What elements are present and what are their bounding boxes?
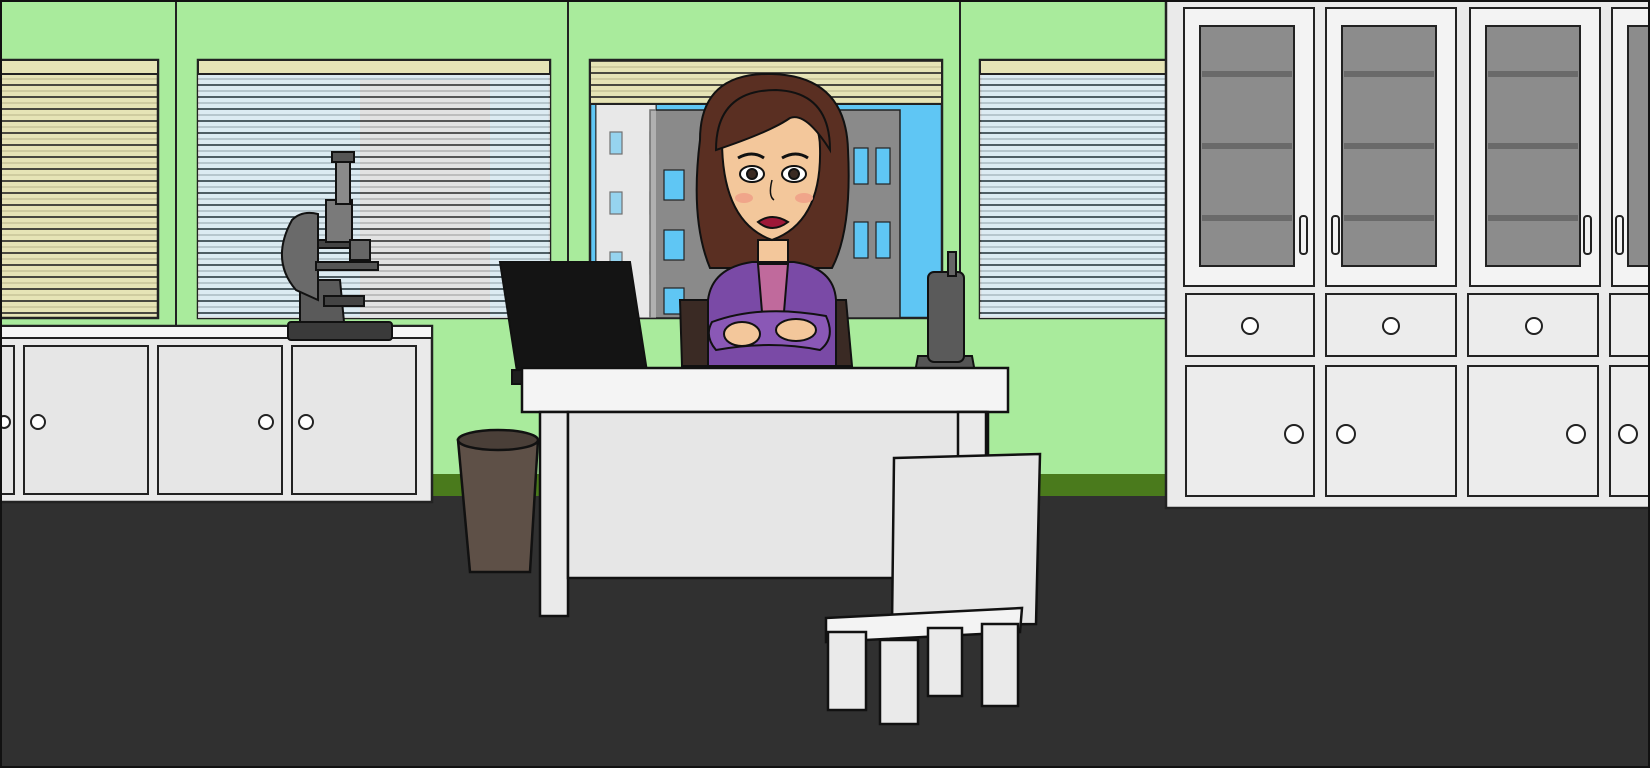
window-blinds [978,58,1172,320]
office-scene [0,0,1650,768]
glass-cabinet [1164,0,1650,510]
scientist-character [695,72,850,367]
window-blinds [196,58,552,320]
lower-cabinet [0,324,434,504]
shirt [756,263,790,313]
trash-bin [456,428,540,574]
window-blinds [0,58,160,320]
